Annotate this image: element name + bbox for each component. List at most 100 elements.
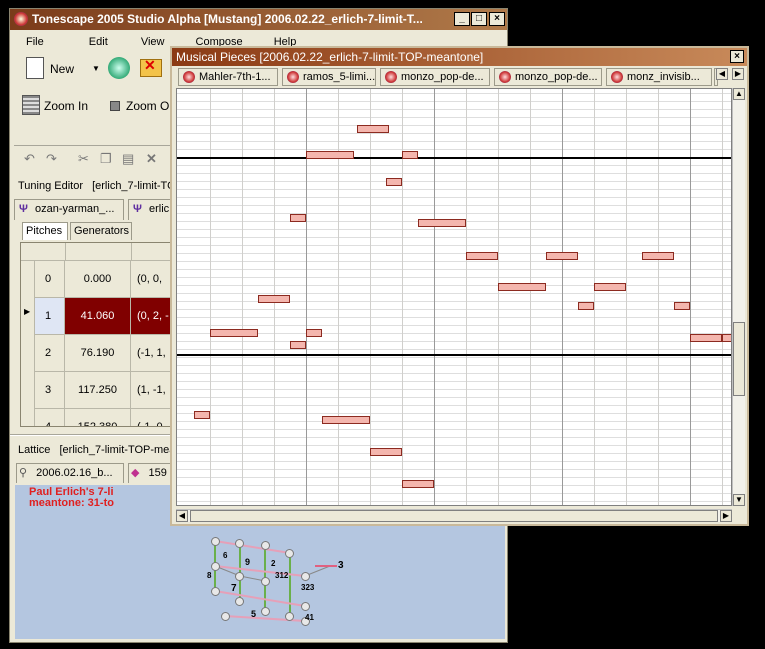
- tab-generators[interactable]: Generators: [70, 222, 132, 240]
- redo-icon[interactable]: ↷: [46, 151, 57, 167]
- piece-tab[interactable]: ramos_5-limi...: [282, 68, 376, 86]
- new-button[interactable]: New ▼: [24, 55, 102, 83]
- zoom-in-button[interactable]: Zoom In: [22, 95, 100, 117]
- lattice-node-label: 323: [301, 583, 315, 592]
- pitch-cents-cell[interactable]: 117.250: [65, 372, 131, 408]
- note-block[interactable]: [306, 329, 322, 337]
- refresh-icon[interactable]: [108, 57, 130, 79]
- note-block[interactable]: [322, 416, 370, 424]
- pitch-index-cell[interactable]: 4: [35, 409, 65, 426]
- scroll-right-button[interactable]: ▶: [720, 510, 732, 522]
- piano-roll[interactable]: [176, 88, 732, 506]
- piece-tab[interactable]: monzo_pop-de...: [494, 68, 602, 86]
- note-block[interactable]: [642, 252, 674, 260]
- note-block[interactable]: [357, 125, 389, 133]
- tab-scroll-left-button[interactable]: ◀: [716, 68, 728, 80]
- lattice-node[interactable]: [211, 537, 220, 546]
- piece-tab[interactable]: monzo_pop-de...: [380, 68, 490, 86]
- pitch-cents-cell[interactable]: 0.000: [65, 261, 131, 297]
- main-window-titlebar[interactable]: Tonescape 2005 Studio Alpha [Mustang] 20…: [10, 9, 507, 30]
- note-block[interactable]: [210, 329, 258, 337]
- minimize-button[interactable]: _: [454, 12, 470, 26]
- table-row[interactable]: 3 117.250 (1, -1,: [35, 372, 181, 409]
- lattice-node[interactable]: [235, 572, 244, 581]
- lattice-node[interactable]: [285, 612, 294, 621]
- lattice-tab-0[interactable]: ⚲ 2006.02.16_b...: [16, 463, 124, 483]
- table-row[interactable]: 0 0.000 (0, 0,: [35, 261, 181, 298]
- close-button[interactable]: ×: [489, 12, 505, 26]
- note-block[interactable]: [674, 302, 690, 310]
- lattice-graph[interactable]: 9 6 2 312 3 7 5 41 8 323: [195, 531, 345, 631]
- note-block[interactable]: [402, 151, 418, 159]
- note-block[interactable]: [258, 295, 290, 303]
- note-block[interactable]: [498, 283, 546, 291]
- paste-icon[interactable]: ▤: [122, 151, 134, 167]
- note-block[interactable]: [386, 178, 402, 186]
- horizontal-scroll-thumb[interactable]: [190, 510, 718, 522]
- lattice-node[interactable]: [285, 549, 294, 558]
- piece-tab[interactable]: Mahler-7th-1...: [178, 68, 278, 86]
- note-block[interactable]: [690, 334, 722, 342]
- pitch-index-cell[interactable]: 1: [35, 298, 65, 334]
- piece-tab[interactable]: monz_invisib...: [606, 68, 712, 86]
- table-row[interactable]: 2 76.190 (-1, 1,: [35, 335, 181, 372]
- lattice-node[interactable]: [235, 597, 244, 606]
- lattice-node[interactable]: [261, 577, 270, 586]
- chevron-down-icon[interactable]: ▼: [92, 64, 100, 73]
- vertical-scrollbar[interactable]: ▲ ▼: [732, 88, 745, 506]
- menu-view[interactable]: View: [141, 36, 165, 48]
- pitch-cents-cell[interactable]: 41.060: [65, 298, 131, 334]
- lattice-node[interactable]: [261, 607, 270, 616]
- pitch-index-cell[interactable]: 3: [35, 372, 65, 408]
- pitch-cents-cell[interactable]: 152.380: [65, 409, 131, 426]
- note-block[interactable]: [578, 302, 594, 310]
- pitch-gridline: [177, 365, 731, 366]
- cut-icon[interactable]: ✂: [78, 151, 89, 167]
- tab-pitches[interactable]: Pitches: [22, 222, 68, 240]
- note-block[interactable]: [466, 252, 498, 260]
- note-block[interactable]: [290, 341, 306, 349]
- lattice-node[interactable]: [235, 539, 244, 548]
- menu-file[interactable]: File: [26, 36, 44, 48]
- scroll-left-button[interactable]: ◀: [176, 510, 188, 522]
- close-button[interactable]: ×: [730, 50, 744, 63]
- note-block[interactable]: [290, 214, 306, 222]
- pitch-cents-cell[interactable]: 76.190: [65, 335, 131, 371]
- note-block[interactable]: [194, 411, 210, 419]
- tuning-tab-0[interactable]: Ψ ozan-yarman_...: [14, 199, 124, 220]
- lattice-node-label: 2: [271, 559, 276, 568]
- lattice-node[interactable]: [301, 572, 310, 581]
- note-block[interactable]: [418, 219, 466, 227]
- tab-scroll-right-button[interactable]: ▶: [732, 68, 744, 80]
- scroll-up-button[interactable]: ▲: [733, 88, 745, 100]
- lattice-node[interactable]: [211, 587, 220, 596]
- lattice-node[interactable]: [261, 541, 270, 550]
- horizontal-scrollbar[interactable]: ◀ ▶: [176, 509, 732, 522]
- main-window-title: Tonescape 2005 Studio Alpha [Mustang] 20…: [32, 12, 423, 26]
- undo-icon[interactable]: ↶: [24, 151, 35, 167]
- pitch-index-cell[interactable]: 2: [35, 335, 65, 371]
- menu-edit[interactable]: Edit: [89, 36, 108, 48]
- lattice-tab-icon: ⚲: [19, 467, 28, 479]
- table-row[interactable]: 4 152.380 (-1, 0,: [35, 409, 181, 426]
- copy-icon[interactable]: ❐: [100, 151, 112, 167]
- lattice-node[interactable]: [211, 562, 220, 571]
- note-block[interactable]: [306, 151, 354, 159]
- maximize-button[interactable]: □: [471, 12, 487, 26]
- delete-folder-icon[interactable]: ✕: [140, 57, 162, 77]
- pitch-gridline: [177, 317, 731, 318]
- note-block[interactable]: [546, 252, 578, 260]
- table-header-row: [21, 243, 181, 261]
- delete-icon[interactable]: ✕: [146, 151, 157, 167]
- pitch-index-cell[interactable]: 0: [35, 261, 65, 297]
- note-block[interactable]: [594, 283, 626, 291]
- vertical-scroll-thumb[interactable]: [733, 322, 745, 396]
- table-row[interactable]: 1 41.060 (0, 2, -: [35, 298, 181, 335]
- lattice-node[interactable]: [301, 602, 310, 611]
- scroll-down-button[interactable]: ▼: [733, 494, 745, 506]
- note-block[interactable]: [402, 480, 434, 488]
- musical-pieces-titlebar[interactable]: Musical Pieces [2006.02.22_erlich-7-limi…: [172, 48, 747, 66]
- note-block[interactable]: [370, 448, 402, 456]
- note-block[interactable]: [722, 334, 731, 342]
- lattice-node[interactable]: [221, 612, 230, 621]
